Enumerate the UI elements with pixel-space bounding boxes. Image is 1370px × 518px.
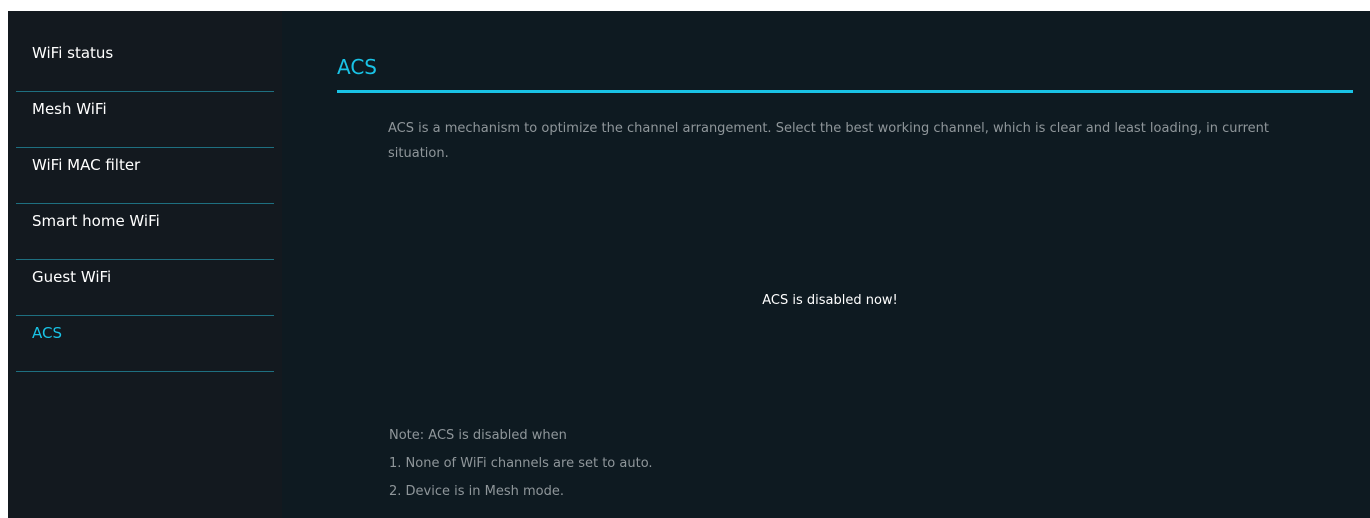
page-title: ACS — [337, 55, 377, 79]
sidebar: WiFi status Mesh WiFi WiFi MAC filter Sm… — [8, 11, 282, 518]
notes-block: Note: ACS is disabled when 1. None of Wi… — [389, 422, 653, 506]
title-divider — [337, 90, 1353, 93]
sidebar-item-mesh-wifi[interactable]: Mesh WiFi — [16, 92, 274, 148]
sidebar-item-wifi-mac-filter[interactable]: WiFi MAC filter — [16, 148, 274, 204]
acs-status-message: ACS is disabled now! — [762, 293, 898, 308]
note-item: 2. Device is in Mesh mode. — [389, 484, 564, 499]
app-frame: WiFi status Mesh WiFi WiFi MAC filter Sm… — [8, 11, 1370, 518]
sidebar-item-acs[interactable]: ACS — [16, 316, 274, 372]
note-item: 1. None of WiFi channels are set to auto… — [389, 456, 653, 471]
page-description: ACS is a mechanism to optimize the chann… — [388, 121, 1269, 161]
main-content: ACS ACS is a mechanism to optimize the c… — [282, 11, 1370, 518]
sidebar-item-guest-wifi[interactable]: Guest WiFi — [16, 260, 274, 316]
note-heading: Note: ACS is disabled when — [389, 428, 567, 443]
sidebar-item-smart-home-wifi[interactable]: Smart home WiFi — [16, 204, 274, 260]
sidebar-item-wifi-status[interactable]: WiFi status — [16, 36, 274, 92]
